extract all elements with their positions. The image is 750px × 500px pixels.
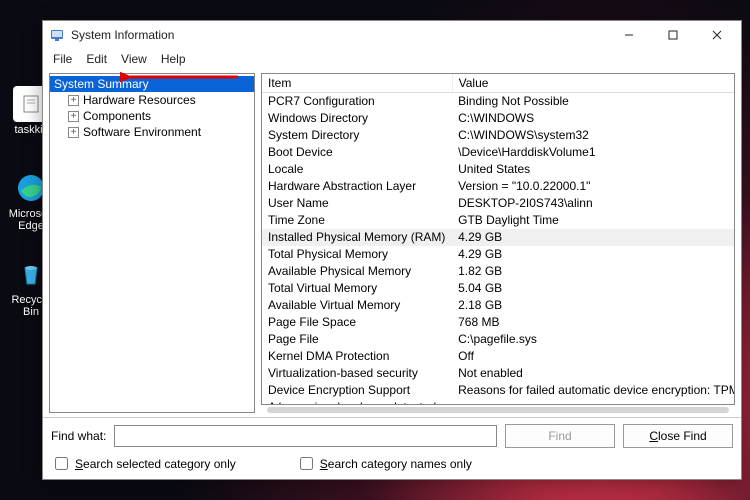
cell-item: A hypervisor has been detected... [262,399,452,406]
tree-item-components[interactable]: + Components [50,108,254,124]
maximize-button[interactable] [651,21,695,49]
cell-item: Kernel DMA Protection [262,348,452,365]
window-title: System Information [71,28,607,42]
cell-item: User Name [262,195,452,212]
menu-help[interactable]: Help [155,51,192,67]
list-row[interactable]: LocaleUnited States [262,161,735,178]
cell-value [452,399,735,406]
cell-value: C:\pagefile.sys [452,331,735,348]
list-row[interactable]: Total Virtual Memory5.04 GB [262,280,735,297]
system-information-window: System Information File Edit View Help S… [42,20,742,480]
list-row[interactable]: System DirectoryC:\WINDOWS\system32 [262,127,735,144]
titlebar[interactable]: System Information [43,21,741,49]
cell-item: System Directory [262,127,452,144]
tree-pane[interactable]: System Summary + Hardware Resources + Co… [49,73,255,413]
cell-item: Boot Device [262,144,452,161]
cell-value: C:\WINDOWS\system32 [452,127,735,144]
list-row[interactable]: Available Physical Memory1.82 GB [262,263,735,280]
tree-label: System Summary [54,77,149,91]
find-label: Find what: [51,429,106,443]
cell-item: Total Virtual Memory [262,280,452,297]
cell-item: Available Virtual Memory [262,297,452,314]
checkbox-input[interactable] [55,457,68,470]
list-row[interactable]: Installed Physical Memory (RAM)4.29 GB [262,229,735,246]
file-icon [21,94,41,114]
column-header-item[interactable]: Item [262,74,452,93]
tree-item-system-summary[interactable]: System Summary [50,76,254,92]
tree-item-hardware-resources[interactable]: + Hardware Resources [50,92,254,108]
menu-view[interactable]: View [115,51,153,67]
cell-item: Locale [262,161,452,178]
checkbox-search-selected[interactable]: Search selected category only [51,454,236,473]
list-row[interactable]: Available Virtual Memory2.18 GB [262,297,735,314]
cell-value: C:\WINDOWS [452,110,735,127]
recycle-bin-icon [17,260,45,288]
expand-icon[interactable]: + [68,127,79,138]
cell-value: 2.18 GB [452,297,735,314]
menu-file[interactable]: File [47,51,78,67]
menu-edit[interactable]: Edit [80,51,113,67]
close-find-button[interactable]: Close Find [623,424,733,448]
tree-label: Components [83,109,151,123]
cell-item: Device Encryption Support [262,382,452,399]
find-bar: Find what: Find Close Find Search select… [43,417,741,479]
cell-item: Windows Directory [262,110,452,127]
cell-item: Virtualization-based security [262,365,452,382]
tree-item-software-environment[interactable]: + Software Environment [50,124,254,140]
list-row[interactable]: Windows DirectoryC:\WINDOWS [262,110,735,127]
cell-item: Time Zone [262,212,452,229]
cell-value: Reasons for failed automatic device encr… [452,382,735,399]
tree-label: Software Environment [83,125,201,139]
cell-item: Total Physical Memory [262,246,452,263]
list-row[interactable]: A hypervisor has been detected... [262,399,735,406]
checkbox-input[interactable] [300,457,313,470]
list-row[interactable]: Virtualization-based securityNot enabled [262,365,735,382]
cell-value: DESKTOP-2I0S743\alinn [452,195,735,212]
expand-icon[interactable]: + [68,95,79,106]
column-header-value[interactable]: Value [452,74,735,93]
cell-value: 768 MB [452,314,735,331]
tree-label: Hardware Resources [83,93,196,107]
cell-item: Hardware Abstraction Layer [262,178,452,195]
cell-value: Binding Not Possible [452,93,735,110]
list-row[interactable]: Boot Device\Device\HarddiskVolume1 [262,144,735,161]
cell-item: Page File [262,331,452,348]
cell-value: 4.29 GB [452,229,735,246]
cell-value: 4.29 GB [452,246,735,263]
list-row[interactable]: PCR7 ConfigurationBinding Not Possible [262,93,735,110]
list-row[interactable]: Total Physical Memory4.29 GB [262,246,735,263]
cell-value: Off [452,348,735,365]
cell-value: Version = "10.0.22000.1" [452,178,735,195]
menubar: File Edit View Help [43,49,741,69]
cell-value: \Device\HarddiskVolume1 [452,144,735,161]
list-row[interactable]: Kernel DMA ProtectionOff [262,348,735,365]
list-row[interactable]: Time ZoneGTB Daylight Time [262,212,735,229]
cell-item: Available Physical Memory [262,263,452,280]
cell-value: 5.04 GB [452,280,735,297]
checkbox-search-category-names[interactable]: Search category names only [296,454,472,473]
details-list[interactable]: Item Value PCR7 ConfigurationBinding Not… [261,73,735,405]
list-row[interactable]: Hardware Abstraction LayerVersion = "10.… [262,178,735,195]
find-input[interactable] [114,425,497,447]
expand-icon[interactable]: + [68,111,79,122]
horizontal-scrollbar[interactable] [267,407,729,413]
desktop-background: taskkill Microsoft Edge Recycle Bin Syst… [0,0,750,500]
close-button[interactable] [695,21,739,49]
cell-item: PCR7 Configuration [262,93,452,110]
find-button[interactable]: Find [505,424,615,448]
cell-value: 1.82 GB [452,263,735,280]
list-row[interactable]: Page FileC:\pagefile.sys [262,331,735,348]
list-row[interactable]: Page File Space768 MB [262,314,735,331]
body-area: System Summary + Hardware Resources + Co… [43,69,741,417]
cell-value: United States [452,161,735,178]
cell-item: Page File Space [262,314,452,331]
list-row[interactable]: User NameDESKTOP-2I0S743\alinn [262,195,735,212]
app-icon [49,27,65,43]
cell-value: GTB Daylight Time [452,212,735,229]
cell-value: Not enabled [452,365,735,382]
cell-item: Installed Physical Memory (RAM) [262,229,452,246]
list-row[interactable]: Device Encryption SupportReasons for fai… [262,382,735,399]
minimize-button[interactable] [607,21,651,49]
